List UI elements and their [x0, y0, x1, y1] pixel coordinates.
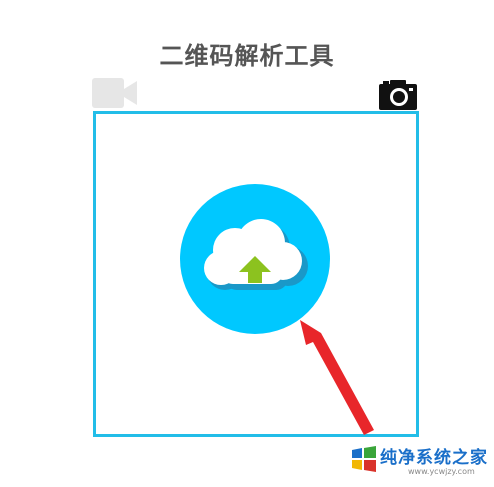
windows-logo-icon — [352, 446, 376, 472]
watermark: 纯净系统之家 www.ycwjzy.com — [348, 441, 488, 481]
video-camera-icon[interactable] — [92, 78, 138, 108]
camera-icon[interactable] — [379, 78, 417, 110]
cloud-upload-icon[interactable] — [180, 184, 330, 334]
watermark-url: www.ycwjzy.com — [408, 467, 475, 476]
page-title: 二维码解析工具 — [159, 42, 335, 70]
watermark-text: 纯净系统之家 — [380, 448, 488, 468]
